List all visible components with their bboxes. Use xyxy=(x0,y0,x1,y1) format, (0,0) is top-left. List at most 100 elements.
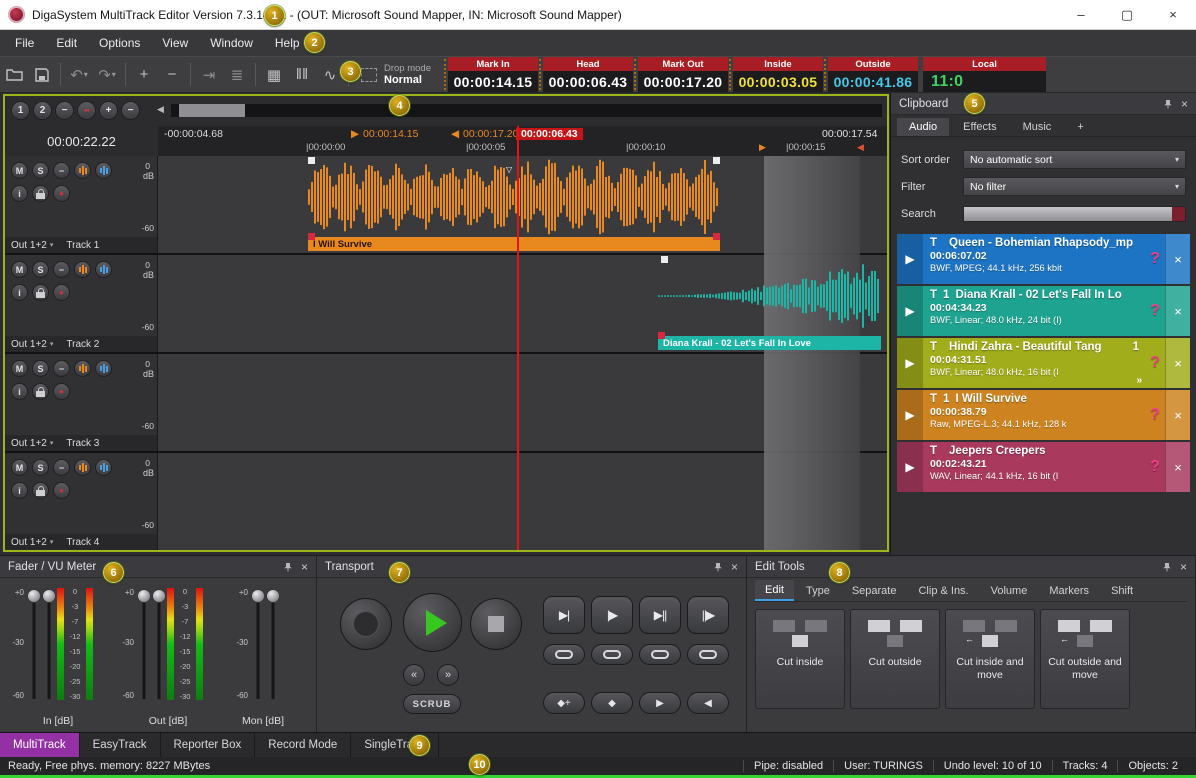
tab-add[interactable]: + xyxy=(1065,118,1095,136)
output-meter-icon[interactable] xyxy=(95,459,112,476)
tab-separate[interactable]: Separate xyxy=(842,580,907,601)
record-arm-button[interactable]: ● xyxy=(53,482,70,499)
play-clip-button[interactable]: ▶ xyxy=(897,338,923,388)
cut-outside-button[interactable]: Cut outside xyxy=(850,609,940,709)
undo-button[interactable]: ↶▾ xyxy=(67,62,91,88)
search-clear-button[interactable] xyxy=(1172,207,1185,221)
mixer-view-icon[interactable]: ▦ xyxy=(262,62,286,88)
lock-button[interactable] xyxy=(32,185,49,202)
tab-edit[interactable]: Edit xyxy=(755,580,794,601)
collapse-button[interactable]: − xyxy=(53,360,70,377)
input-meter-icon[interactable] xyxy=(74,162,91,179)
fader-knob[interactable] xyxy=(251,589,265,603)
record-indicators-button[interactable]: ●● xyxy=(77,101,96,120)
collapse-tracks-button[interactable]: − xyxy=(55,101,74,120)
pin-icon[interactable] xyxy=(1162,562,1172,572)
close-panel-icon[interactable]: × xyxy=(1180,560,1187,574)
record-button[interactable] xyxy=(340,598,392,650)
collapse-button[interactable]: − xyxy=(53,459,70,476)
menu-options[interactable]: Options xyxy=(88,30,151,56)
close-panel-icon[interactable]: × xyxy=(731,560,738,574)
output-meter-icon[interactable] xyxy=(95,162,112,179)
waveform-view-icon[interactable]: ∿ xyxy=(318,62,342,88)
clipboard-item[interactable]: ▶ TJeepers Creepers 00:02:43.21 WAV, Lin… xyxy=(897,442,1190,492)
mute-button[interactable]: M xyxy=(11,162,28,179)
play-clip-button[interactable]: ▶ xyxy=(897,442,923,492)
fader-bank-icon[interactable]: ‖‖ xyxy=(290,62,314,88)
clip-handle[interactable] xyxy=(308,233,315,240)
play-from-mark-button[interactable]: |▶ xyxy=(591,596,633,634)
play-clip-button[interactable]: ▶ xyxy=(897,390,923,440)
remove-clip-button[interactable]: × xyxy=(1165,286,1190,336)
info-button[interactable]: i xyxy=(11,284,28,301)
clipboard-item[interactable]: ▶ TQueen - Bohemian Rhapsody_mp 00:06:07… xyxy=(897,234,1190,284)
output-routing-dropdown[interactable]: Out 1+2▾ xyxy=(11,339,53,350)
lock-button[interactable] xyxy=(32,482,49,499)
loop-button[interactable] xyxy=(591,644,633,665)
play-selection-button[interactable]: ▶ xyxy=(639,692,681,714)
tab-markers[interactable]: Markers xyxy=(1039,580,1099,601)
fader-knob[interactable] xyxy=(152,589,166,603)
audio-clip-diana-krall[interactable]: Diana Krall - 02 Let's Fall In Love xyxy=(658,256,881,350)
clip-handle[interactable] xyxy=(661,256,668,263)
clip-handle[interactable] xyxy=(308,157,315,164)
solo-button[interactable]: S xyxy=(32,162,49,179)
close-button[interactable]: × xyxy=(1150,0,1196,29)
tab-shift[interactable]: Shift xyxy=(1101,580,1143,601)
close-panel-icon[interactable]: × xyxy=(301,560,308,574)
monitor-fader-left[interactable] xyxy=(250,586,265,702)
minimize-button[interactable]: – xyxy=(1058,0,1104,29)
clip-handle[interactable] xyxy=(713,157,720,164)
output-meter-icon[interactable] xyxy=(95,360,112,377)
play-button[interactable] xyxy=(403,593,462,652)
clip-handle[interactable] xyxy=(713,233,720,240)
clipboard-item[interactable]: ▶ T1I Will Survive 00:00:38.79 Raw, MPEG… xyxy=(897,390,1190,440)
open-icon[interactable] xyxy=(2,62,26,88)
save-icon[interactable] xyxy=(30,62,54,88)
tab-multitrack[interactable]: MultiTrack xyxy=(0,733,80,757)
record-arm-button[interactable]: ● xyxy=(53,383,70,400)
zoom-out-button[interactable]: − xyxy=(121,101,140,120)
tab-reporter-box[interactable]: Reporter Box xyxy=(161,733,256,757)
loop-button[interactable] xyxy=(543,644,585,665)
tab-record-mode[interactable]: Record Mode xyxy=(255,733,351,757)
record-arm-button[interactable]: ● xyxy=(53,284,70,301)
output-meter-icon[interactable] xyxy=(95,261,112,278)
input-meter-icon[interactable] xyxy=(74,459,91,476)
scrollbar-thumb[interactable] xyxy=(179,104,245,117)
fader-knob[interactable] xyxy=(137,589,151,603)
input-meter-icon[interactable] xyxy=(74,360,91,377)
add-marker-button[interactable]: ◆+ xyxy=(543,692,585,714)
clip-handle[interactable] xyxy=(658,332,665,339)
track-2-lane[interactable]: Diana Krall - 02 Let's Fall In Love xyxy=(158,255,887,352)
pin-icon[interactable] xyxy=(283,562,293,572)
fader-knob[interactable] xyxy=(42,589,56,603)
lock-button[interactable] xyxy=(32,284,49,301)
remove-clip-button[interactable]: × xyxy=(1165,338,1190,388)
sort-order-dropdown[interactable]: No automatic sort▾ xyxy=(963,150,1186,169)
add-button[interactable]: + xyxy=(132,62,156,88)
input-fader-left[interactable] xyxy=(26,586,41,702)
maximize-button[interactable]: ▢ xyxy=(1104,0,1150,29)
lock-button[interactable] xyxy=(32,383,49,400)
play-clip-button[interactable]: ▶ xyxy=(897,286,923,336)
audio-clip-i-will-survive[interactable]: I Will Survive ▽ xyxy=(308,157,720,251)
snap-icon[interactable]: ⇥ xyxy=(197,62,221,88)
mute-button[interactable]: M xyxy=(11,261,28,278)
mute-button[interactable]: M xyxy=(11,360,28,377)
output-routing-dropdown[interactable]: Out 1+2▾ xyxy=(11,240,53,251)
pin-icon[interactable] xyxy=(1163,99,1173,109)
fast-forward-button[interactable]: » xyxy=(437,664,459,686)
fader-knob[interactable] xyxy=(27,589,41,603)
scrub-button[interactable]: SCRUB xyxy=(403,694,461,714)
clipboard-item[interactable]: ▶ THindi Zahra - Beautiful Tang1 00:04:3… xyxy=(897,338,1190,388)
solo-button[interactable]: S xyxy=(32,261,49,278)
rewind-button[interactable]: « xyxy=(403,664,425,686)
info-button[interactable]: i xyxy=(11,482,28,499)
mark-in-marker-icon[interactable]: ▶ xyxy=(759,142,766,153)
menu-view[interactable]: View xyxy=(151,30,199,56)
input-fader-right[interactable] xyxy=(41,586,56,702)
info-button[interactable]: i xyxy=(11,383,28,400)
cut-outside-and-move-button[interactable]: ← Cut outside and move xyxy=(1040,609,1130,709)
remove-button[interactable]: − xyxy=(160,62,184,88)
